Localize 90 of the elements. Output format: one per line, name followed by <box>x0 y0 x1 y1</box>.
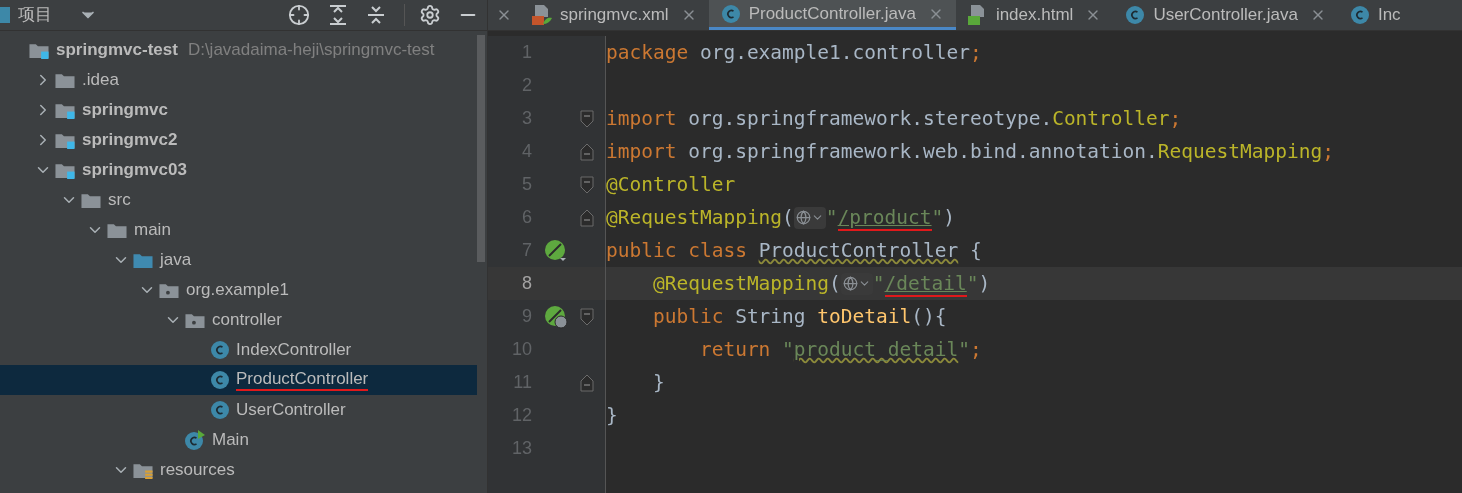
tab-label: UserController.java <box>1153 4 1298 27</box>
editor-tab[interactable]: index.html <box>955 0 1114 30</box>
spring-bean-icon[interactable] <box>544 238 568 263</box>
folder-icon <box>54 71 76 89</box>
tree-item-label: springmvc <box>82 99 168 122</box>
tree-item[interactable]: controller <box>0 305 477 335</box>
line-number: 8 <box>521 272 532 295</box>
fold-icon[interactable] <box>580 373 594 392</box>
tree-item[interactable]: main <box>0 215 477 245</box>
package-folder-icon <box>184 311 206 329</box>
editor-tab[interactable]: Inc <box>1337 0 1413 30</box>
code-text: "/detail") <box>872 270 991 299</box>
fold-icon[interactable] <box>580 109 594 128</box>
panel-icon <box>0 7 10 23</box>
fold-icon[interactable] <box>580 208 594 227</box>
resources-folder-icon <box>132 461 154 479</box>
tree-item-label: IndexController <box>236 339 352 362</box>
tree-item[interactable]: resources <box>0 455 477 485</box>
folder-icon <box>132 251 154 269</box>
tree-item[interactable]: springmvc03 <box>0 155 477 185</box>
panel-title[interactable]: 项目 <box>18 2 52 28</box>
xml-file-icon <box>532 4 552 26</box>
tree-item[interactable]: IndexController <box>0 335 477 365</box>
tree-item-label: resources <box>160 459 235 482</box>
tree-item-label: springmvc-test <box>56 39 178 62</box>
fold-icon[interactable] <box>580 175 594 194</box>
tree-item[interactable]: springmvc-test D:\javadaima-heji\springmvc-test <box>0 35 477 65</box>
class-icon <box>210 400 230 420</box>
code-text: package org.example1.controller; <box>606 39 982 66</box>
tree-item-label: main <box>134 219 171 242</box>
class-icon <box>210 340 230 360</box>
module-folder-icon <box>28 41 50 59</box>
class-icon <box>720 3 741 24</box>
tab-label: springmvc.xml <box>560 4 669 27</box>
expand-all-icon[interactable] <box>328 4 348 26</box>
tree-item[interactable]: org.example1 <box>0 275 477 305</box>
code-text: @Controller <box>606 171 736 198</box>
tree-item[interactable]: UserController <box>0 395 477 425</box>
tab-label: ProductController.java <box>748 2 916 25</box>
scrollbar-thumb[interactable] <box>477 35 485 262</box>
module-folder-icon <box>54 131 76 149</box>
tree-item-label: org.example1 <box>186 279 289 302</box>
code-text: } <box>651 369 665 396</box>
settings-icon[interactable] <box>419 4 441 26</box>
tree-item-label: Main <box>212 429 249 452</box>
code-text: return "product_detail"; <box>698 336 982 363</box>
code-text: } <box>606 402 618 429</box>
module-folder-icon <box>54 161 76 179</box>
tree-item[interactable]: springmvc <box>0 95 477 125</box>
code-text: "/product") <box>825 204 956 233</box>
tree-item[interactable]: springmvc2 <box>0 125 477 155</box>
code-text: import org.springframework.web.bind.annotation.RequestMapping; <box>606 138 1334 165</box>
editor-tab[interactable]: springmvc.xml <box>520 0 709 30</box>
tree-item-label: src <box>108 189 131 212</box>
editor-tab[interactable]: ProductController.java <box>708 0 956 30</box>
tree-item-label: UserController <box>236 399 346 422</box>
class-icon <box>1349 5 1370 25</box>
module-folder-icon <box>54 101 76 119</box>
fold-icon[interactable] <box>580 142 594 161</box>
code-text: @RequestMapping( <box>651 270 841 297</box>
tree-item-label: java <box>160 249 192 272</box>
package-folder-icon <box>158 281 180 299</box>
tree-item[interactable]: Main <box>0 425 477 455</box>
code-text: @RequestMapping( <box>606 204 794 231</box>
fold-icon[interactable] <box>580 307 594 326</box>
code-text: import org.springframework.stereotype.Controller; <box>606 105 1182 132</box>
locate-icon[interactable] <box>288 4 310 26</box>
spring-web-icon[interactable] <box>544 304 568 329</box>
url-globe-icon[interactable] <box>793 206 826 229</box>
folder-icon <box>106 221 128 239</box>
tree-item-label: controller <box>212 309 282 332</box>
project-path: D:\javadaima-heji\springmvc-test <box>187 39 435 62</box>
tree-item-label: springmvc03 <box>82 159 187 182</box>
class-icon <box>1125 5 1146 25</box>
folder-icon <box>80 191 102 209</box>
runnable-class-icon <box>184 429 206 451</box>
collapse-all-icon[interactable] <box>366 4 386 26</box>
code-text: public class ProductController { <box>606 237 982 264</box>
tree-item-label: ProductController <box>236 369 369 391</box>
tree-item[interactable]: src <box>0 185 477 215</box>
tree-item[interactable]: .idea <box>0 65 477 95</box>
tab-label: index.html <box>995 4 1074 27</box>
editor-tab[interactable]: UserController.java <box>1113 0 1338 30</box>
tree-item[interactable]: ProductController <box>0 365 477 395</box>
tree-item-label: .idea <box>82 69 119 92</box>
code-text: public String toDetail(){ <box>651 303 947 330</box>
class-icon <box>210 370 230 390</box>
tree-item[interactable]: java <box>0 245 477 275</box>
tab-label: Inc <box>1377 4 1401 27</box>
tree-item-label: springmvc2 <box>82 129 178 152</box>
